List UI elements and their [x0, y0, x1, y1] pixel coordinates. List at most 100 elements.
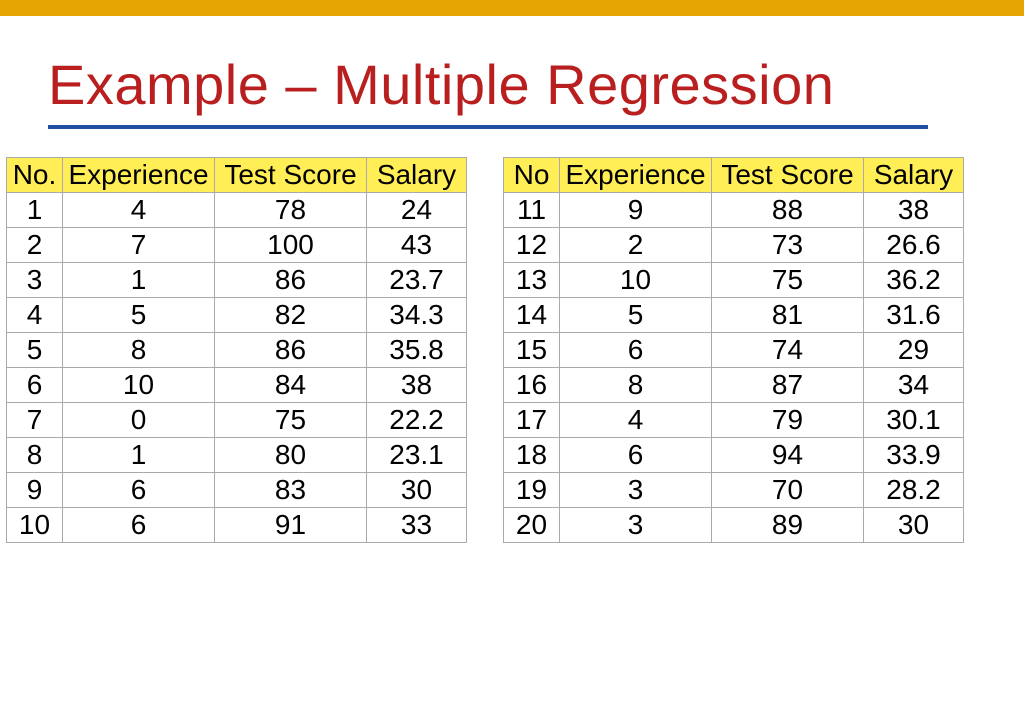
table-row: 1747930.1 — [504, 403, 964, 438]
cell-salary: 23.7 — [367, 263, 467, 298]
cell-no: 20 — [504, 508, 560, 543]
cell-testscore: 87 — [712, 368, 864, 403]
cell-experience: 6 — [560, 333, 712, 368]
cell-experience: 8 — [63, 333, 215, 368]
cell-salary: 33.9 — [864, 438, 964, 473]
page-title: Example – Multiple Regression — [48, 52, 1000, 117]
cell-experience: 10 — [560, 263, 712, 298]
table-row: 588635.8 — [7, 333, 467, 368]
cell-salary: 30 — [367, 473, 467, 508]
table-row: 318623.7 — [7, 263, 467, 298]
cell-testscore: 100 — [215, 228, 367, 263]
cell-salary: 28.2 — [864, 473, 964, 508]
cell-no: 15 — [504, 333, 560, 368]
cell-testscore: 74 — [712, 333, 864, 368]
cell-experience: 10 — [63, 368, 215, 403]
regression-table-2: No Experience Test Score Salary 11988381… — [503, 157, 964, 543]
table-row: 2710043 — [7, 228, 467, 263]
table-row: 1198838 — [504, 193, 964, 228]
cell-no: 1 — [7, 193, 63, 228]
cell-testscore: 73 — [712, 228, 864, 263]
table-body-1: 1478242710043318623.7458234.3588635.8610… — [7, 193, 467, 543]
cell-no: 17 — [504, 403, 560, 438]
cell-experience: 6 — [63, 508, 215, 543]
cell-experience: 6 — [560, 438, 712, 473]
cell-experience: 1 — [63, 263, 215, 298]
cell-testscore: 83 — [215, 473, 367, 508]
cell-testscore: 75 — [712, 263, 864, 298]
cell-experience: 2 — [560, 228, 712, 263]
cell-no: 12 — [504, 228, 560, 263]
cell-salary: 35.8 — [367, 333, 467, 368]
table-row: 1688734 — [504, 368, 964, 403]
cell-no: 19 — [504, 473, 560, 508]
col-header-testscore: Test Score — [712, 158, 864, 193]
cell-testscore: 86 — [215, 333, 367, 368]
cell-no: 7 — [7, 403, 63, 438]
cell-experience: 8 — [560, 368, 712, 403]
table-row: 147824 — [7, 193, 467, 228]
cell-no: 9 — [7, 473, 63, 508]
table-row: 2038930 — [504, 508, 964, 543]
cell-salary: 36.2 — [864, 263, 964, 298]
cell-no: 14 — [504, 298, 560, 333]
cell-salary: 30 — [864, 508, 964, 543]
cell-experience: 9 — [560, 193, 712, 228]
table-row: 458234.3 — [7, 298, 467, 333]
cell-no: 13 — [504, 263, 560, 298]
cell-testscore: 70 — [712, 473, 864, 508]
table-row: 13107536.2 — [504, 263, 964, 298]
cell-no: 4 — [7, 298, 63, 333]
table-row: 1069133 — [7, 508, 467, 543]
cell-salary: 22.2 — [367, 403, 467, 438]
cell-experience: 5 — [63, 298, 215, 333]
cell-salary: 34.3 — [367, 298, 467, 333]
cell-salary: 38 — [864, 193, 964, 228]
cell-salary: 26.6 — [864, 228, 964, 263]
cell-no: 18 — [504, 438, 560, 473]
tables-container: No. Experience Test Score Salary 1478242… — [6, 157, 1000, 543]
cell-salary: 24 — [367, 193, 467, 228]
col-header-salary: Salary — [367, 158, 467, 193]
cell-experience: 4 — [63, 193, 215, 228]
cell-no: 5 — [7, 333, 63, 368]
cell-salary: 43 — [367, 228, 467, 263]
cell-experience: 3 — [560, 473, 712, 508]
cell-experience: 7 — [63, 228, 215, 263]
cell-testscore: 79 — [712, 403, 864, 438]
table-header-row: No Experience Test Score Salary — [504, 158, 964, 193]
col-header-salary: Salary — [864, 158, 964, 193]
cell-experience: 3 — [560, 508, 712, 543]
cell-testscore: 81 — [712, 298, 864, 333]
cell-no: 2 — [7, 228, 63, 263]
cell-experience: 0 — [63, 403, 215, 438]
table-body-2: 11988381227326.613107536.21458131.615674… — [504, 193, 964, 543]
cell-no: 16 — [504, 368, 560, 403]
cell-experience: 5 — [560, 298, 712, 333]
cell-no: 10 — [7, 508, 63, 543]
cell-salary: 34 — [864, 368, 964, 403]
cell-testscore: 91 — [215, 508, 367, 543]
cell-testscore: 94 — [712, 438, 864, 473]
cell-testscore: 86 — [215, 263, 367, 298]
table-row: 707522.2 — [7, 403, 467, 438]
cell-no: 6 — [7, 368, 63, 403]
col-header-testscore: Test Score — [215, 158, 367, 193]
col-header-experience: Experience — [63, 158, 215, 193]
table-row: 818023.1 — [7, 438, 467, 473]
table-header-row: No. Experience Test Score Salary — [7, 158, 467, 193]
table-row: 968330 — [7, 473, 467, 508]
col-header-experience: Experience — [560, 158, 712, 193]
regression-table-1: No. Experience Test Score Salary 1478242… — [6, 157, 467, 543]
cell-no: 8 — [7, 438, 63, 473]
title-rule — [48, 125, 928, 129]
table-row: 1227326.6 — [504, 228, 964, 263]
table-row: 6108438 — [7, 368, 467, 403]
cell-experience: 1 — [63, 438, 215, 473]
col-header-no: No. — [7, 158, 63, 193]
cell-salary: 23.1 — [367, 438, 467, 473]
col-header-no: No — [504, 158, 560, 193]
cell-testscore: 75 — [215, 403, 367, 438]
cell-testscore: 82 — [215, 298, 367, 333]
cell-experience: 6 — [63, 473, 215, 508]
